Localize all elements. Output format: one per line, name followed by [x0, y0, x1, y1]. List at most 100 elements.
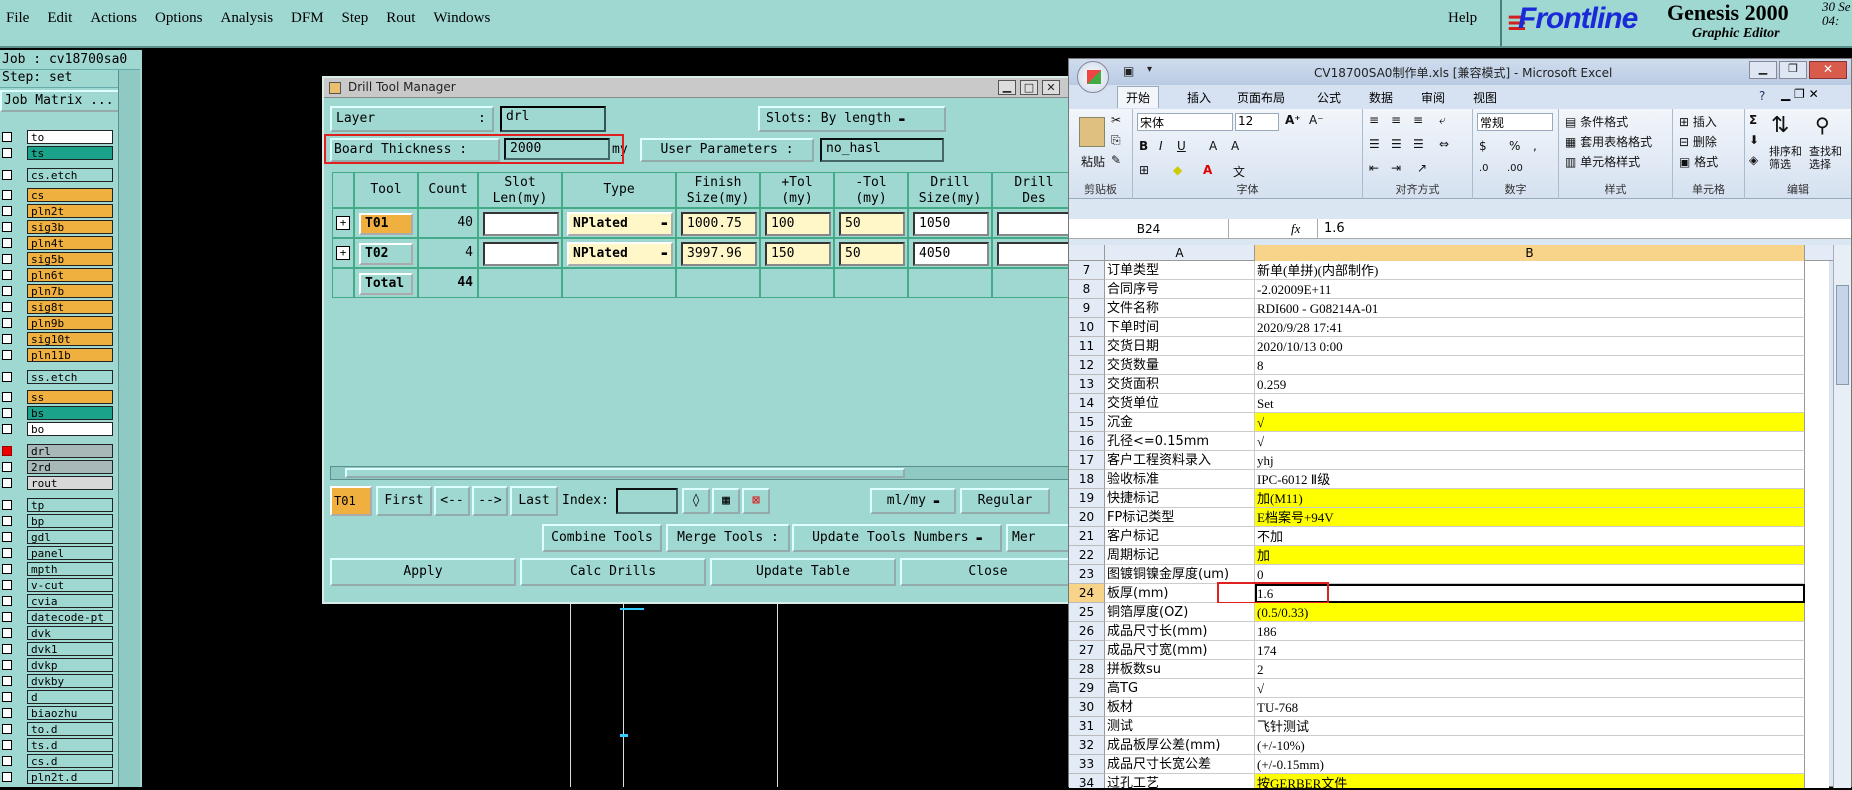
cell-b[interactable]: (+/-10%)	[1255, 736, 1805, 755]
delete-icon[interactable]: ⊠	[742, 488, 770, 514]
table-scrollbar[interactable]	[330, 466, 1078, 480]
layer-checkbox[interactable]	[2, 692, 12, 702]
user-parameters-field[interactable]: no_hasl	[820, 138, 944, 162]
layer-row-cvia[interactable]: cvia	[0, 594, 118, 609]
row-header[interactable]: 10	[1069, 318, 1105, 337]
layer-checkbox[interactable]	[2, 660, 12, 670]
layer-name[interactable]: pln11b	[27, 348, 113, 362]
layer-row-panel[interactable]: panel	[0, 546, 118, 561]
drill-des-input[interactable]	[997, 242, 1073, 266]
menu-dfm[interactable]: DFM	[285, 10, 336, 32]
layer-name[interactable]: sig10t	[27, 332, 113, 346]
update-tools-numbers-dropdown[interactable]: Update Tools Numbers ▬	[792, 524, 1002, 552]
layer-row-pln6t[interactable]: pln6t	[0, 268, 118, 283]
layer-checkbox[interactable]	[2, 372, 12, 382]
layer-name[interactable]: sig3b	[27, 220, 113, 234]
layer-checkbox[interactable]	[2, 564, 12, 574]
align-middle-icon[interactable]: ≡	[1391, 113, 1401, 127]
layer-checkbox[interactable]	[2, 516, 12, 526]
cell-a[interactable]: 交货数量	[1105, 356, 1255, 375]
layer-name[interactable]: bo	[27, 422, 113, 436]
cell-b[interactable]: 加(M11)	[1255, 489, 1805, 508]
layer-checkbox[interactable]	[2, 254, 12, 264]
cell-b[interactable]: 0.259	[1255, 375, 1805, 394]
row-header[interactable]: 8	[1069, 280, 1105, 299]
layer-row-datecode-pt[interactable]: datecode-pt	[0, 610, 118, 625]
layer-checkbox[interactable]	[2, 724, 12, 734]
cell-b[interactable]: TU-768	[1255, 698, 1805, 717]
layer-checkbox[interactable]	[2, 302, 12, 312]
index-field[interactable]	[616, 488, 678, 514]
last-button[interactable]: Last	[510, 486, 558, 516]
maximize-icon[interactable]: □	[1020, 80, 1038, 95]
layer-row-pln11b[interactable]: pln11b	[0, 348, 118, 363]
layer-row-drl[interactable]: drl	[0, 444, 118, 459]
layer-name[interactable]: bp	[27, 514, 113, 528]
conditional-formatting-button[interactable]: ▤ 条件格式	[1565, 113, 1628, 130]
row-header[interactable]: 9	[1069, 299, 1105, 318]
layer-name[interactable]: bs	[27, 406, 113, 420]
layer-name[interactable]: cvia	[27, 594, 113, 608]
find-select-icon[interactable]: ⚲	[1815, 113, 1830, 137]
layer-row-sig10t[interactable]: sig10t	[0, 332, 118, 347]
italic-icon[interactable]: I	[1159, 139, 1163, 153]
layer-name[interactable]: pln2t	[27, 204, 113, 218]
tab-insert[interactable]: 插入	[1187, 89, 1211, 106]
tab-page-layout[interactable]: 页面布局	[1237, 89, 1285, 106]
cell-a[interactable]: 过孔工艺	[1105, 774, 1255, 788]
row-header[interactable]: 17	[1069, 451, 1105, 470]
cell-a[interactable]: 下单时间	[1105, 318, 1255, 337]
ribbon-minimize-icon[interactable]: ▁ ❐ ✕	[1781, 87, 1819, 101]
layer-checkbox[interactable]	[2, 644, 12, 654]
layer-checkbox[interactable]	[2, 286, 12, 296]
fill-color-icon[interactable]: ◆	[1173, 163, 1182, 177]
close-icon[interactable]: ✕	[1809, 61, 1847, 79]
layer-name[interactable]: sig5b	[27, 252, 113, 266]
increase-decimal-icon[interactable]: .0	[1479, 163, 1489, 174]
layer-row-2rd[interactable]: 2rd	[0, 460, 118, 475]
borders-icon[interactable]: ⊞	[1139, 163, 1149, 177]
row-header[interactable]: 18	[1069, 470, 1105, 489]
row-header[interactable]: 26	[1069, 622, 1105, 641]
layer-checkbox[interactable]	[2, 206, 12, 216]
layer-checkbox[interactable]	[2, 462, 12, 472]
next-button[interactable]: -->	[472, 486, 508, 516]
layer-row-bs[interactable]: bs	[0, 406, 118, 421]
layer-row-dvk1[interactable]: dvk1	[0, 642, 118, 657]
minus-tol-input[interactable]: 50	[839, 242, 905, 266]
first-button[interactable]: First	[376, 486, 432, 516]
cell-a[interactable]: 沉金	[1105, 413, 1255, 432]
layer-row-v-cut[interactable]: v-cut	[0, 578, 118, 593]
menu-actions[interactable]: Actions	[84, 10, 149, 32]
format-as-table-button[interactable]: ▦ 套用表格格式	[1565, 133, 1652, 150]
cell-a[interactable]: 成品尺寸宽(mm)	[1105, 641, 1255, 660]
layer-name[interactable]: cs.d	[27, 754, 113, 768]
regular-dropdown[interactable]: Regular	[960, 488, 1050, 514]
layer-row-d[interactable]: d	[0, 690, 118, 705]
row-header[interactable]: 28	[1069, 660, 1105, 679]
cell-b[interactable]: √	[1255, 432, 1805, 451]
layer-name[interactable]: drl	[27, 444, 113, 458]
layer-checkbox[interactable]	[2, 500, 12, 510]
row-header[interactable]: 24	[1069, 584, 1105, 603]
layer-checkbox[interactable]	[2, 170, 12, 180]
cell-b[interactable]: Set	[1255, 394, 1805, 413]
select-all[interactable]	[1069, 245, 1105, 261]
row-header[interactable]: 16	[1069, 432, 1105, 451]
tab-formulas[interactable]: 公式	[1317, 89, 1341, 106]
drill-size-input[interactable]: 4050	[913, 242, 989, 266]
layer-checkbox[interactable]	[2, 132, 12, 142]
cell-a[interactable]: 合同序号	[1105, 280, 1255, 299]
menu-options[interactable]: Options	[149, 10, 215, 32]
layer-checkbox[interactable]	[2, 756, 12, 766]
cell-b[interactable]: 1.6	[1255, 584, 1805, 603]
update-table-button[interactable]: Update Table	[710, 558, 896, 586]
layer-row-ss[interactable]: ss	[0, 390, 118, 405]
cell-b[interactable]: 174	[1255, 641, 1805, 660]
merge-center-icon[interactable]: ⇔	[1439, 137, 1449, 151]
quick-access-dropdown-icon[interactable]: ▾	[1147, 64, 1152, 75]
layer-checkbox[interactable]	[2, 446, 12, 456]
align-center-icon[interactable]: ☰	[1391, 137, 1402, 151]
lightbulb-icon[interactable]: ◊	[682, 488, 710, 514]
cell-b[interactable]: RDI600 - G08214A-01	[1255, 299, 1805, 318]
